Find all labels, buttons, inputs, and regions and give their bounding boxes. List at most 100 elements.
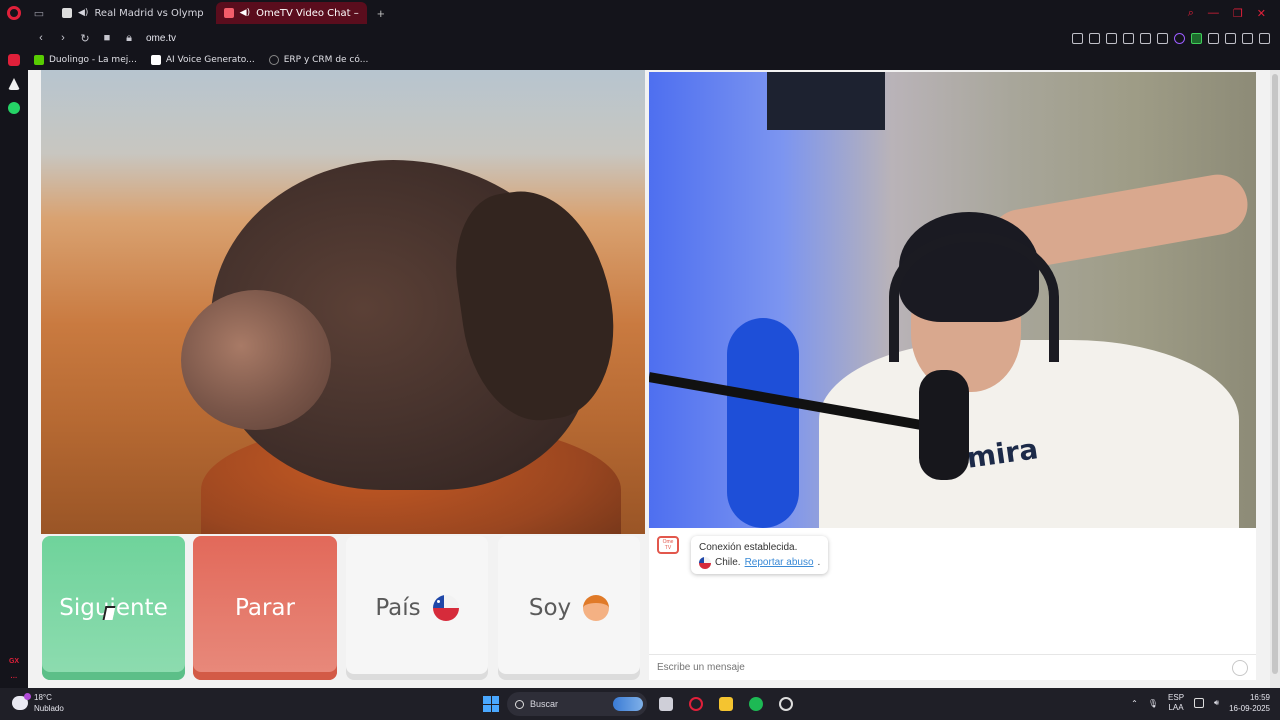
taskbar-search[interactable]: Buscar	[507, 692, 647, 716]
more-icon[interactable]: ···	[11, 675, 18, 682]
tab-real-madrid[interactable]: ◀) Real Madrid vs Olymp	[54, 2, 212, 24]
menu-icon[interactable]	[1259, 32, 1270, 44]
temperature: 18°C	[34, 693, 52, 702]
file-explorer-icon[interactable]	[715, 693, 737, 715]
app-badge-icon[interactable]	[775, 693, 797, 715]
report-suffix: .	[817, 557, 821, 568]
country-line: Chile. Reportar abuso.	[699, 555, 820, 570]
windows-taskbar: 18°C Nublado Buscar ⌃ 🎙︎ ESP LAA 🔊︎ 16:5…	[0, 688, 1280, 720]
emoji-icon[interactable]	[1232, 660, 1248, 676]
download-icon[interactable]	[1242, 32, 1253, 44]
heart-icon[interactable]	[1157, 32, 1168, 44]
system-tray: ⌃ 🎙︎ ESP LAA 🔊︎ 16:59 16-09-2025	[1131, 692, 1270, 714]
logo-text: Ome TV	[662, 539, 674, 551]
network-icon[interactable]	[1194, 698, 1205, 708]
task-view-icon[interactable]	[655, 693, 677, 715]
opera-gx-icon[interactable]	[685, 693, 707, 715]
bookmark-duolingo[interactable]: Duolingo - La mej...	[34, 55, 137, 65]
gender-button[interactable]: Soy	[498, 536, 640, 680]
minimize-icon[interactable]: —	[1208, 7, 1219, 20]
bookmark-ai-voice[interactable]: AI Voice Generato...	[150, 55, 255, 65]
reload-icon[interactable]: ↻	[76, 29, 94, 47]
country-name: Chile.	[715, 557, 741, 568]
report-abuse-link[interactable]: Reportar abuso	[745, 555, 814, 570]
bookmark-label: ERP y CRM de có...	[283, 55, 369, 65]
tab-ometv[interactable]: ◀) OmeTV Video Chat –	[215, 2, 367, 24]
translate-icon[interactable]	[1123, 32, 1134, 44]
keyboard-code: LAA	[1168, 703, 1184, 712]
opera-menu-icon[interactable]	[0, 0, 28, 26]
erp-icon	[268, 55, 279, 65]
language-indicator[interactable]: ESP LAA	[1168, 693, 1184, 713]
extensions-icon[interactable]	[1208, 32, 1219, 44]
scrollbar-thumb[interactable]	[1272, 74, 1278, 674]
new-tab-button[interactable]: +	[373, 6, 389, 21]
chat-panel: Ome TV Conexión establecida. Chile. Repo…	[649, 528, 1256, 680]
microphone	[919, 370, 969, 480]
forward-icon[interactable]: ›	[54, 29, 72, 47]
search-highlight-icon	[613, 697, 643, 711]
start-icon[interactable]	[483, 696, 499, 712]
clock[interactable]: 16:59 16-09-2025	[1229, 692, 1270, 714]
url-field[interactable]: ome.tv	[146, 33, 176, 44]
close-icon[interactable]: ✕	[1257, 7, 1266, 20]
adblock-icon[interactable]	[1106, 32, 1117, 44]
speaker-icon: ◀)	[78, 8, 89, 18]
restore-icon[interactable]: ❐	[1233, 7, 1243, 20]
language-code: ESP	[1168, 693, 1185, 702]
message-bar	[649, 654, 1256, 680]
volume-icon[interactable]: 🔊︎	[1214, 698, 1219, 708]
chile-flag-icon	[432, 595, 459, 621]
ometv-logo: Ome TV	[657, 536, 679, 554]
search-icon	[515, 699, 524, 709]
gx-label[interactable]: GX	[9, 658, 19, 665]
window-controls: ⌕ — ❐ ✕	[1188, 7, 1280, 20]
wall-poster	[767, 72, 885, 130]
ai-voice-icon	[150, 55, 161, 65]
address-bar: ‹ › ↻ ■ 🔒︎ ome.tv	[0, 26, 1280, 50]
local-video	[41, 70, 645, 534]
skateboard	[727, 318, 799, 528]
gender-label: Soy	[528, 595, 572, 621]
connection-status: Conexión establecida.	[699, 542, 798, 553]
bookmark-label: Duolingo - La mej...	[49, 55, 137, 65]
chevron-up-icon[interactable]: ⌃	[1131, 699, 1138, 708]
country-button[interactable]: País	[346, 536, 488, 680]
bookmarks-bar: Duolingo - La mej... AI Voice Generato..…	[28, 50, 1280, 70]
extension-purple-icon[interactable]	[1174, 32, 1185, 44]
search-icon[interactable]: ⌕	[1188, 7, 1194, 20]
speaker-icon: ◀)	[239, 8, 251, 18]
tab-title: Real Madrid vs Olymp	[94, 7, 204, 19]
message-input[interactable]	[657, 662, 1217, 673]
tab-title: OmeTV Video Chat –	[256, 7, 359, 19]
browser-sidebar: GX ···	[0, 50, 28, 688]
pin-icon[interactable]	[1072, 32, 1083, 44]
lock-icon: 🔒︎	[126, 31, 132, 44]
extension-green-icon[interactable]	[1191, 32, 1202, 44]
aria-icon[interactable]	[8, 78, 20, 90]
weather-widget[interactable]: 18°C Nublado	[12, 692, 64, 714]
camera-icon[interactable]: ■	[98, 29, 116, 47]
back-icon[interactable]: ‹	[32, 29, 50, 47]
tab-bar: ▭ ◀) Real Madrid vs Olymp ◀) OmeTV Video…	[0, 0, 1280, 26]
play-icon[interactable]	[1140, 32, 1151, 44]
bookmark-label: AI Voice Generato...	[165, 55, 255, 65]
stop-button[interactable]: Parar	[193, 536, 337, 680]
whatsapp-icon[interactable]	[8, 102, 20, 114]
microphone-icon[interactable]: 🎙︎	[1148, 699, 1158, 708]
bookmark-erp[interactable]: ERP y CRM de có...	[268, 55, 369, 65]
profile-icon[interactable]	[1225, 32, 1236, 44]
weather-condition: Nublado	[34, 704, 64, 713]
clock-time: 16:59	[1249, 693, 1270, 702]
tab-switcher-icon[interactable]: ▭	[28, 0, 50, 26]
scrollbar[interactable]	[1270, 70, 1280, 688]
headset	[889, 232, 1059, 362]
tab-favicon	[223, 8, 234, 18]
snapshot-icon[interactable]	[1089, 32, 1100, 44]
gx-control-icon[interactable]	[8, 54, 20, 66]
system-message: Conexión establecida. Chile. Reportar ab…	[691, 536, 829, 574]
tab-favicon	[62, 8, 72, 18]
chile-flag-icon	[699, 556, 711, 569]
ometv-page: Emira Siguiente Parar País Soy Ome TV Co…	[28, 70, 1280, 688]
spotify-icon[interactable]	[745, 693, 767, 715]
